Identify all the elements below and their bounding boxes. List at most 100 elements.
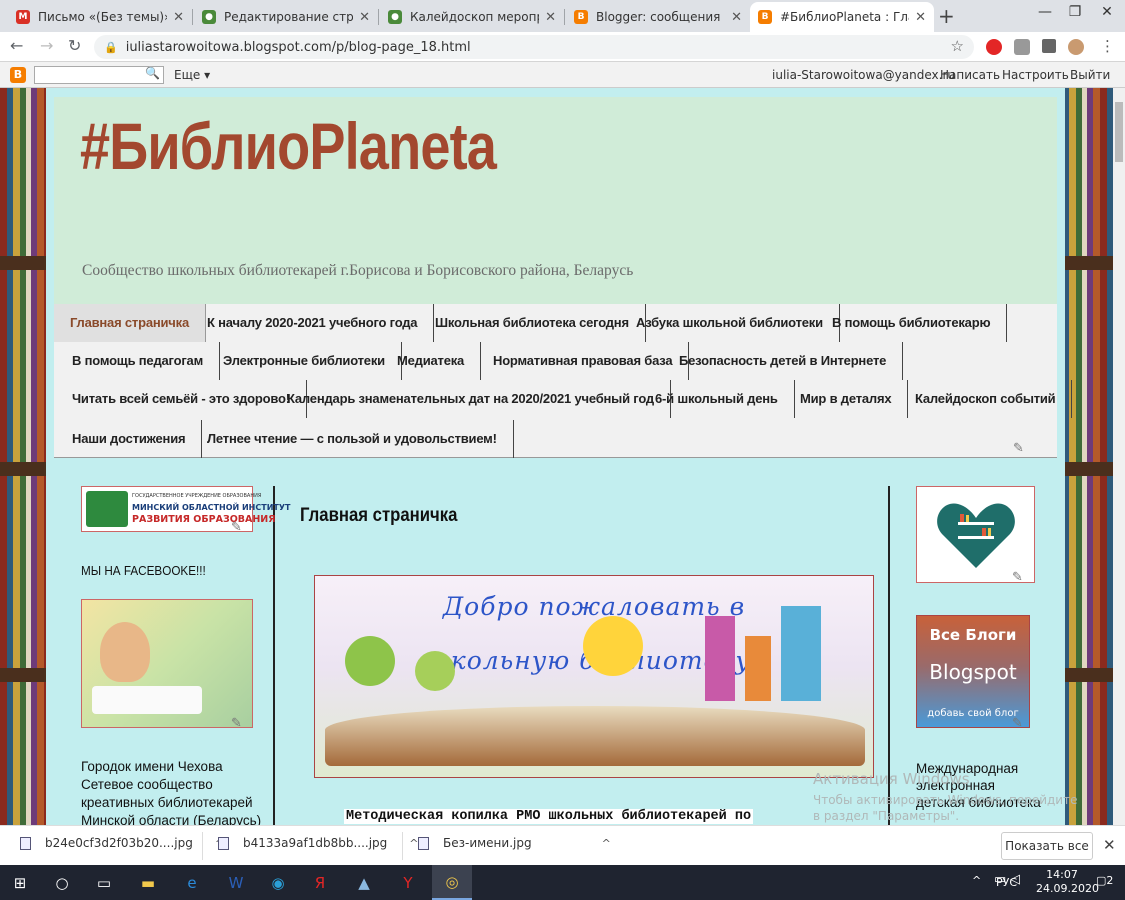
menu-item-e-libraries[interactable]: Электронные библиотеки: [207, 342, 402, 380]
blogger-logo-icon[interactable]: B: [10, 67, 26, 83]
close-window-button[interactable]: ✕: [1092, 4, 1122, 20]
edit-widget-icon[interactable]: ✎: [1012, 570, 1023, 585]
download-item[interactable]: b4133a9af1db8bb....jpg ^: [218, 836, 419, 850]
tray-chevron-icon[interactable]: ^: [972, 874, 981, 887]
mail-icon: M: [16, 10, 30, 24]
forward-arrow-icon[interactable]: →: [40, 36, 53, 55]
yandex-icon[interactable]: Я: [300, 865, 340, 900]
new-post-link[interactable]: Написать: [940, 68, 1000, 82]
tab-title: Blogger: сообщения: [596, 10, 721, 24]
all-blogs-widget[interactable]: Все Блоги Blogspot добавь свой блог: [916, 615, 1030, 728]
image-file-icon: [418, 836, 429, 850]
more-dropdown[interactable]: Еще ▾: [174, 68, 210, 82]
notification-center-icon[interactable]: ▢2: [1096, 874, 1113, 887]
profile-avatar[interactable]: [1068, 39, 1084, 55]
tab-close-icon[interactable]: ✕: [915, 10, 926, 25]
menu-item-library-abc[interactable]: Азбука школьной библиотеки: [620, 304, 840, 342]
edit-widget-icon[interactable]: ✎: [1013, 441, 1024, 456]
building-illustration: [705, 616, 735, 701]
menu-item-legal-base[interactable]: Нормативная правовая база: [477, 342, 690, 380]
menu-item-calendar-dates[interactable]: Календарь знаменательных дат на 2020/202…: [271, 380, 671, 418]
tree-illustration: [415, 651, 455, 691]
tab-edit-page[interactable]: ● Редактирование страницы ✕: [194, 2, 378, 32]
menu-item-home[interactable]: Главная страничка: [54, 304, 206, 342]
facebook-image-widget[interactable]: [81, 599, 253, 728]
menu-item-family-reading[interactable]: Читать всей семьёй - это здорово!: [56, 380, 307, 418]
file-explorer-icon[interactable]: ▬: [128, 865, 168, 900]
download-filename: b4133a9af1db8bb....jpg: [243, 836, 388, 850]
menu-item-summer-reading[interactable]: Летнее чтение — с пользой и удовольствие…: [191, 420, 514, 458]
download-item[interactable]: b24e0cf3d2f03b20....jpg ^: [20, 836, 224, 850]
maximize-button[interactable]: ❐: [1060, 4, 1090, 20]
edit-widget-icon[interactable]: ✎: [1012, 716, 1023, 731]
clock[interactable]: 14:07 24.09.2020: [1036, 868, 1099, 896]
download-item[interactable]: Без-имени.jpg ^: [418, 836, 611, 850]
puzzle-extensions-icon[interactable]: [1042, 39, 1056, 53]
institute-subtitle: ГОСУДАРСТВЕННОЕ УЧРЕЖДЕНИЕ ОБРАЗОВАНИЯ: [132, 493, 262, 499]
opera-extension-icon[interactable]: [986, 39, 1002, 55]
blog-search-input[interactable]: 🔍: [34, 66, 164, 84]
yandex-browser-icon[interactable]: Y: [388, 865, 428, 900]
tab-kaleidoscope[interactable]: ● Калейдоскоп мероприяти ✕: [380, 2, 564, 32]
edit-widget-icon[interactable]: ✎: [231, 520, 242, 535]
menu-item-sixth-school-day[interactable]: 6-й школьный день: [639, 380, 795, 418]
minimize-button[interactable]: —: [1030, 4, 1060, 20]
download-filename: b24e0cf3d2f03b20....jpg: [45, 836, 193, 850]
close-downloads-icon[interactable]: ✕: [1103, 836, 1116, 854]
tab-divider: [378, 9, 379, 25]
windows-activation-title: Активация Windows: [813, 770, 970, 788]
star-icon[interactable]: ☆: [951, 37, 964, 55]
menu-item-events-kaleidoscope[interactable]: Калейдоскоп событий: [899, 380, 1073, 418]
menu-item-world-in-details[interactable]: Мир в деталях: [784, 380, 909, 418]
blogger-icon: B: [574, 10, 588, 24]
word-icon[interactable]: W: [216, 865, 256, 900]
page-scrollbar[interactable]: [1113, 88, 1125, 825]
chevron-up-icon[interactable]: ^: [602, 837, 611, 850]
community-link-text[interactable]: Городок имени Чехова Сетевое сообщество …: [81, 758, 266, 825]
internet-explorer-icon[interactable]: e: [172, 865, 212, 900]
windows-activation-hint: Чтобы активировать Windows, перейдите в …: [813, 793, 1078, 823]
kebab-menu-icon[interactable]: ⋮: [1100, 37, 1115, 55]
tab-close-icon[interactable]: ✕: [359, 10, 370, 25]
menu-item-child-safety[interactable]: Безопасность детей в Интернете: [663, 342, 904, 380]
globe-icon: ●: [202, 10, 216, 24]
shield-extension-icon[interactable]: [1014, 39, 1030, 55]
menu-item-achievements[interactable]: Наши достижения: [56, 420, 203, 458]
lock-icon: 🔒: [104, 40, 118, 54]
windows-start-icon[interactable]: ⊞: [0, 865, 40, 900]
menu-item-school-year-start[interactable]: К началу 2020-2021 учебного года: [191, 304, 435, 342]
tab-close-icon[interactable]: ✕: [545, 10, 556, 25]
scrollbar-thumb[interactable]: [1115, 102, 1123, 162]
app-icon[interactable]: ▲: [344, 865, 384, 900]
tab-close-icon[interactable]: ✕: [173, 10, 184, 25]
omnibox[interactable]: 🔒 iuliastarowoitowa.blogspot.com/p/blog-…: [94, 35, 974, 59]
tab-blogger-posts[interactable]: B Blogger: сообщения ✕: [566, 2, 750, 32]
heart-logo-widget[interactable]: [916, 486, 1035, 583]
url-text: iuliastarowoitowa.blogspot.com/p/blog-pa…: [125, 39, 471, 55]
task-view-icon[interactable]: ▭: [84, 865, 124, 900]
institute-banner-widget[interactable]: ГОСУДАРСТВЕННОЕ УЧРЕЖДЕНИЕ ОБРАЗОВАНИЯ М…: [81, 486, 290, 532]
tab-mail[interactable]: M Письмо «(Без темы)» — Ol ✕: [8, 2, 192, 32]
reload-icon[interactable]: ↻: [68, 36, 81, 55]
show-all-downloads-button[interactable]: Показать все: [1001, 832, 1093, 860]
download-divider: [202, 832, 203, 860]
browser-tab-strip: M Письмо «(Без темы)» — Ol ✕ ● Редактиро…: [0, 0, 1125, 32]
lang-indicator[interactable]: РУС: [996, 876, 1017, 889]
edit-widget-icon[interactable]: ✎: [231, 716, 242, 731]
clock-date: 24.09.2020: [1036, 882, 1099, 895]
menu-item-library-today[interactable]: Школьная библиотека сегодня: [419, 304, 646, 342]
chrome-icon[interactable]: ◎: [432, 865, 472, 900]
sign-out-link[interactable]: Выйти: [1070, 68, 1110, 82]
search-icon[interactable]: ○: [42, 865, 82, 900]
tab-biblioplaneta-active[interactable]: B #БиблиоPlaneta : Главная ✕: [750, 2, 934, 32]
menu-item-mediateka[interactable]: Медиатека: [381, 342, 482, 380]
menu-item-librarian-help[interactable]: В помощь библиотекарю: [816, 304, 1008, 342]
design-link[interactable]: Настроить: [1002, 68, 1069, 82]
blog-title[interactable]: #БиблиоPlaneta: [80, 108, 497, 184]
tab-close-icon[interactable]: ✕: [731, 10, 742, 25]
menu-item-teacher-help[interactable]: В помощь педагогам: [56, 342, 220, 380]
search-icon[interactable]: 🔍: [145, 66, 160, 80]
new-tab-button[interactable]: +: [938, 4, 955, 28]
back-arrow-icon[interactable]: ←: [10, 36, 23, 55]
teamviewer-icon[interactable]: ◉: [258, 865, 298, 900]
